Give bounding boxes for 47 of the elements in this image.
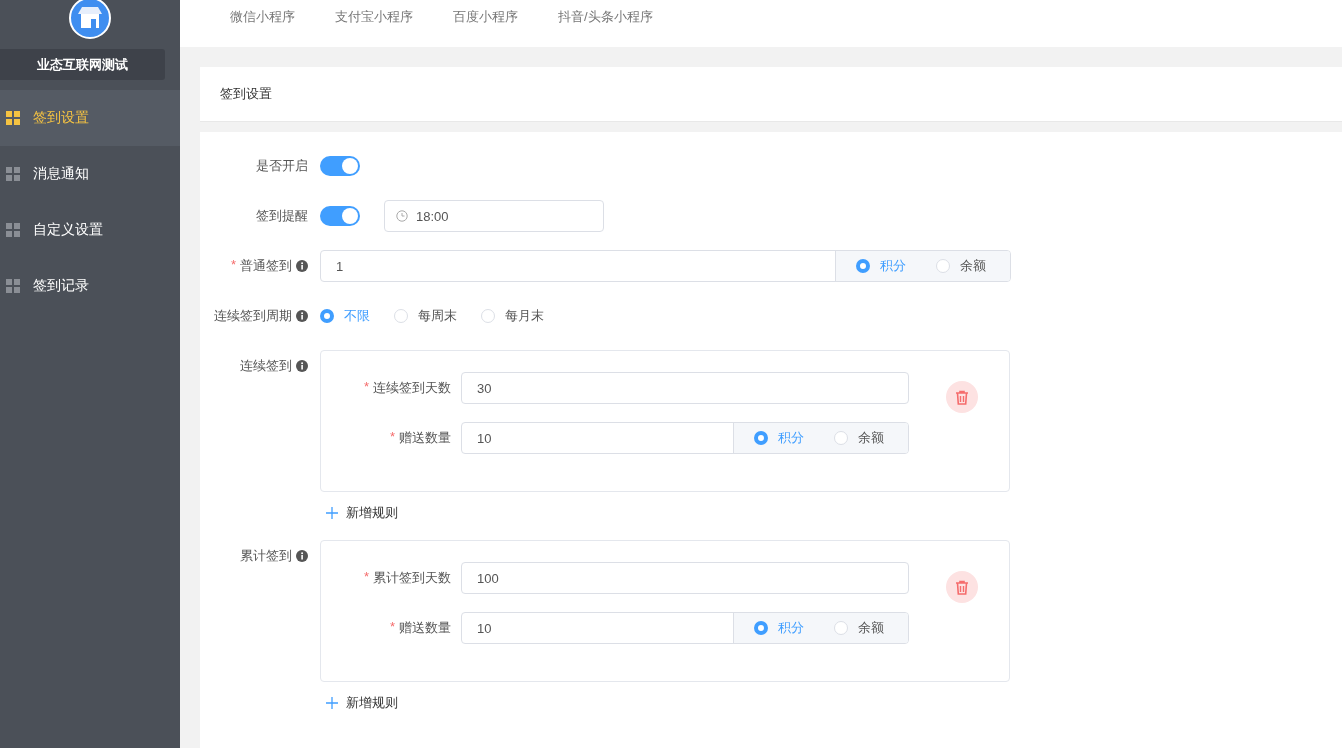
field-label: 连续签到 <box>240 357 292 375</box>
field-label: * 赠送数量 <box>389 619 451 637</box>
time-field[interactable]: 18:00 <box>384 200 604 232</box>
amount-input-group[interactable]: 1 积分 余额 <box>320 250 1011 282</box>
delete-button[interactable] <box>946 571 978 603</box>
sidebar-item[interactable]: 消息通知 <box>0 146 180 202</box>
tab[interactable]: 抖音/头条小程序 <box>538 8 673 26</box>
sidebar-item[interactable]: 签到记录 <box>0 258 180 314</box>
trash-icon <box>955 389 969 405</box>
radio-option[interactable]: 每周末 <box>394 307 457 325</box>
radio-option[interactable]: 余额 <box>936 257 986 275</box>
field-label: 签到提醒 <box>256 207 308 225</box>
grid-icon <box>6 223 20 237</box>
input-field[interactable]: 30 <box>461 372 909 404</box>
add-rule-button[interactable]: 新增规则 <box>320 694 1010 712</box>
delete-button[interactable] <box>946 381 978 413</box>
input-field[interactable]: 100 <box>461 562 909 594</box>
field-label: * 连续签到天数 <box>363 379 451 397</box>
trash-icon <box>955 579 969 595</box>
plus-icon <box>326 697 338 709</box>
grid-icon <box>6 279 20 293</box>
tab[interactable]: 百度小程序 <box>433 8 538 26</box>
tab[interactable]: 支付宝小程序 <box>315 8 433 26</box>
clock-icon <box>396 210 408 222</box>
radio-option[interactable]: 余额 <box>834 429 884 447</box>
toggle-switch[interactable] <box>320 156 360 176</box>
toggle-switch[interactable] <box>320 206 360 226</box>
store-avatar-icon <box>69 0 111 39</box>
radio-option[interactable]: 余额 <box>834 619 884 637</box>
card-title: 签到设置 <box>200 67 1342 122</box>
sidebar-item[interactable]: 自定义设置 <box>0 202 180 258</box>
tab[interactable]: 微信小程序 <box>210 8 315 26</box>
grid-icon <box>6 167 20 181</box>
field-label: * 普通签到 <box>230 257 292 275</box>
plus-icon <box>326 507 338 519</box>
store-name: 业态互联网测试 <box>0 49 165 80</box>
field-label: * 累计签到天数 <box>363 569 451 587</box>
add-rule-button[interactable]: 新增规则 <box>320 504 1010 522</box>
field-label: * 赠送数量 <box>389 429 451 447</box>
amount-input-group[interactable]: 10 积分 余额 <box>461 612 909 644</box>
field-label: 是否开启 <box>256 157 308 175</box>
field-label: 累计签到 <box>240 547 292 565</box>
grid-icon <box>6 111 20 125</box>
sidebar-item[interactable]: 签到设置 <box>0 90 180 146</box>
amount-input-group[interactable]: 10 积分 余额 <box>461 422 909 454</box>
field-label: 连续签到周期 <box>214 307 292 325</box>
radio-option[interactable]: 每月末 <box>481 307 544 325</box>
